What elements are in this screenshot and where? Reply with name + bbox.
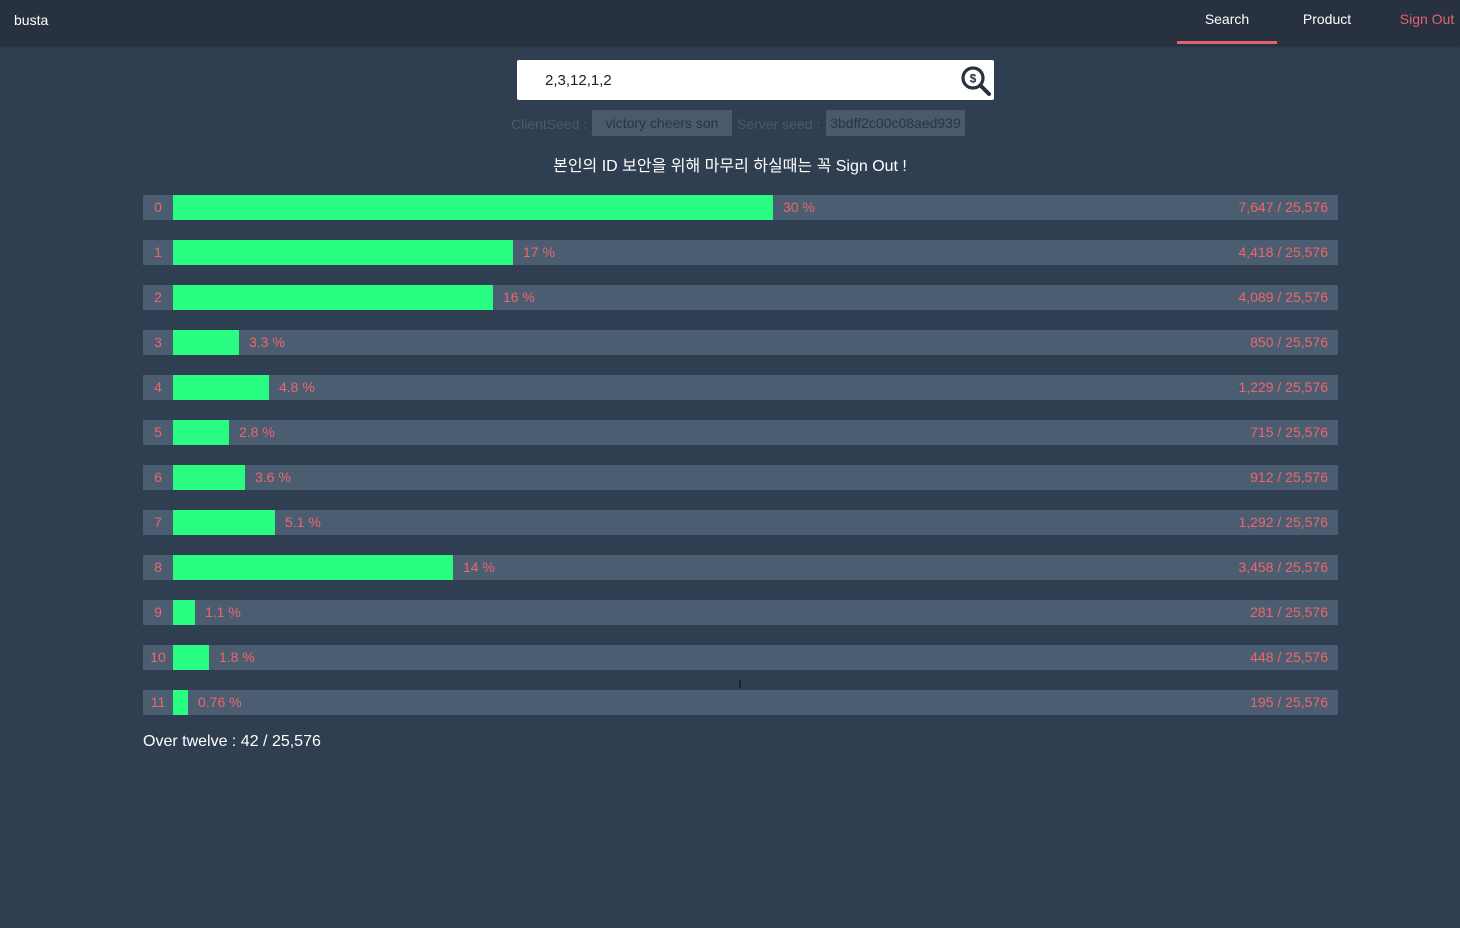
row-progress-bar <box>173 600 195 625</box>
row-count: 850 / 25,576 <box>1250 334 1328 350</box>
row-index: 2 <box>154 289 162 305</box>
dollar-search-icon[interactable]: $ <box>960 65 992 97</box>
row-percent: 17 % <box>523 244 555 260</box>
row-percent: 3.3 % <box>249 334 285 350</box>
cursor-marker <box>739 680 741 688</box>
result-row: 11 0.76 % 195 / 25,576 <box>143 690 1338 715</box>
row-progress-bar <box>173 510 275 535</box>
nav-search-tab[interactable]: Search <box>1177 0 1277 44</box>
over-twelve-summary: Over twelve : 42 / 25,576 <box>143 733 321 750</box>
row-count: 1,292 / 25,576 <box>1238 514 1328 530</box>
result-row: 4 4.8 % 1,229 / 25,576 <box>143 375 1338 400</box>
row-count: 3,458 / 25,576 <box>1238 559 1328 575</box>
row-index: 1 <box>154 244 162 260</box>
top-navbar: busta Search Product Sign Out <box>0 0 1460 45</box>
row-progress-bar <box>173 195 773 220</box>
row-progress-bar <box>173 555 453 580</box>
row-percent: 14 % <box>463 559 495 575</box>
row-count: 281 / 25,576 <box>1250 604 1328 620</box>
seed-row: ClientSeed : victory cheers son Server s… <box>0 110 1460 136</box>
row-progress-bar <box>173 240 513 265</box>
client-seed-label: ClientSeed : <box>511 116 588 132</box>
row-progress-bar <box>173 285 493 310</box>
row-count: 4,418 / 25,576 <box>1238 244 1328 260</box>
result-row: 3 3.3 % 850 / 25,576 <box>143 330 1338 355</box>
row-count: 715 / 25,576 <box>1250 424 1328 440</box>
row-progress-bar <box>173 420 229 445</box>
server-seed-label: Server seed : <box>737 116 821 132</box>
row-percent: 2.8 % <box>239 424 275 440</box>
result-row: 7 5.1 % 1,292 / 25,576 <box>143 510 1338 535</box>
row-percent: 1.1 % <box>205 604 241 620</box>
row-progress-bar <box>173 645 209 670</box>
row-count: 7,647 / 25,576 <box>1238 199 1328 215</box>
row-index: 3 <box>154 334 162 350</box>
row-count: 1,229 / 25,576 <box>1238 379 1328 395</box>
svg-text:$: $ <box>970 72 977 86</box>
result-row: 6 3.6 % 912 / 25,576 <box>143 465 1338 490</box>
row-percent: 5.1 % <box>285 514 321 530</box>
row-index: 10 <box>150 649 166 665</box>
row-index: 5 <box>154 424 162 440</box>
row-count: 195 / 25,576 <box>1250 694 1328 710</box>
row-percent: 4.8 % <box>279 379 315 395</box>
row-index: 8 <box>154 559 162 575</box>
row-index: 4 <box>154 379 162 395</box>
row-count: 4,089 / 25,576 <box>1238 289 1328 305</box>
row-percent: 30 % <box>783 199 815 215</box>
row-percent: 0.76 % <box>198 694 242 710</box>
row-index: 6 <box>154 469 162 485</box>
result-row: 8 14 % 3,458 / 25,576 <box>143 555 1338 580</box>
row-percent: 1.8 % <box>219 649 255 665</box>
row-progress-bar <box>173 690 188 715</box>
row-progress-bar <box>173 375 269 400</box>
nav-product-tab[interactable]: Product <box>1277 0 1377 45</box>
search-box: $ <box>517 60 994 100</box>
row-index: 0 <box>154 199 162 215</box>
row-percent: 16 % <box>503 289 535 305</box>
brand-logo[interactable]: busta <box>14 12 48 28</box>
row-progress-bar <box>173 330 239 355</box>
result-row: 5 2.8 % 715 / 25,576 <box>143 420 1338 445</box>
sign-out-notice: 본인의 ID 보안을 위해 마무리 하실때는 꼭 Sign Out ! <box>553 158 907 175</box>
row-percent: 3.6 % <box>255 469 291 485</box>
row-count: 912 / 25,576 <box>1250 469 1328 485</box>
row-index: 7 <box>154 514 162 530</box>
row-index: 9 <box>154 604 162 620</box>
client-seed-value: victory cheers son <box>592 110 732 136</box>
result-row: 0 30 % 7,647 / 25,576 <box>143 195 1338 220</box>
server-seed-value: 3bdff2c00c08aed939 <box>826 110 965 136</box>
search-input[interactable] <box>545 60 945 100</box>
row-progress-bar <box>173 465 245 490</box>
result-row: 9 1.1 % 281 / 25,576 <box>143 600 1338 625</box>
result-row: 2 16 % 4,089 / 25,576 <box>143 285 1338 310</box>
result-row: 1 17 % 4,418 / 25,576 <box>143 240 1338 265</box>
sign-out-link[interactable]: Sign Out <box>1390 0 1460 45</box>
row-index: 11 <box>150 694 166 710</box>
row-count: 448 / 25,576 <box>1250 649 1328 665</box>
result-row: 10 1.8 % 448 / 25,576 <box>143 645 1338 670</box>
